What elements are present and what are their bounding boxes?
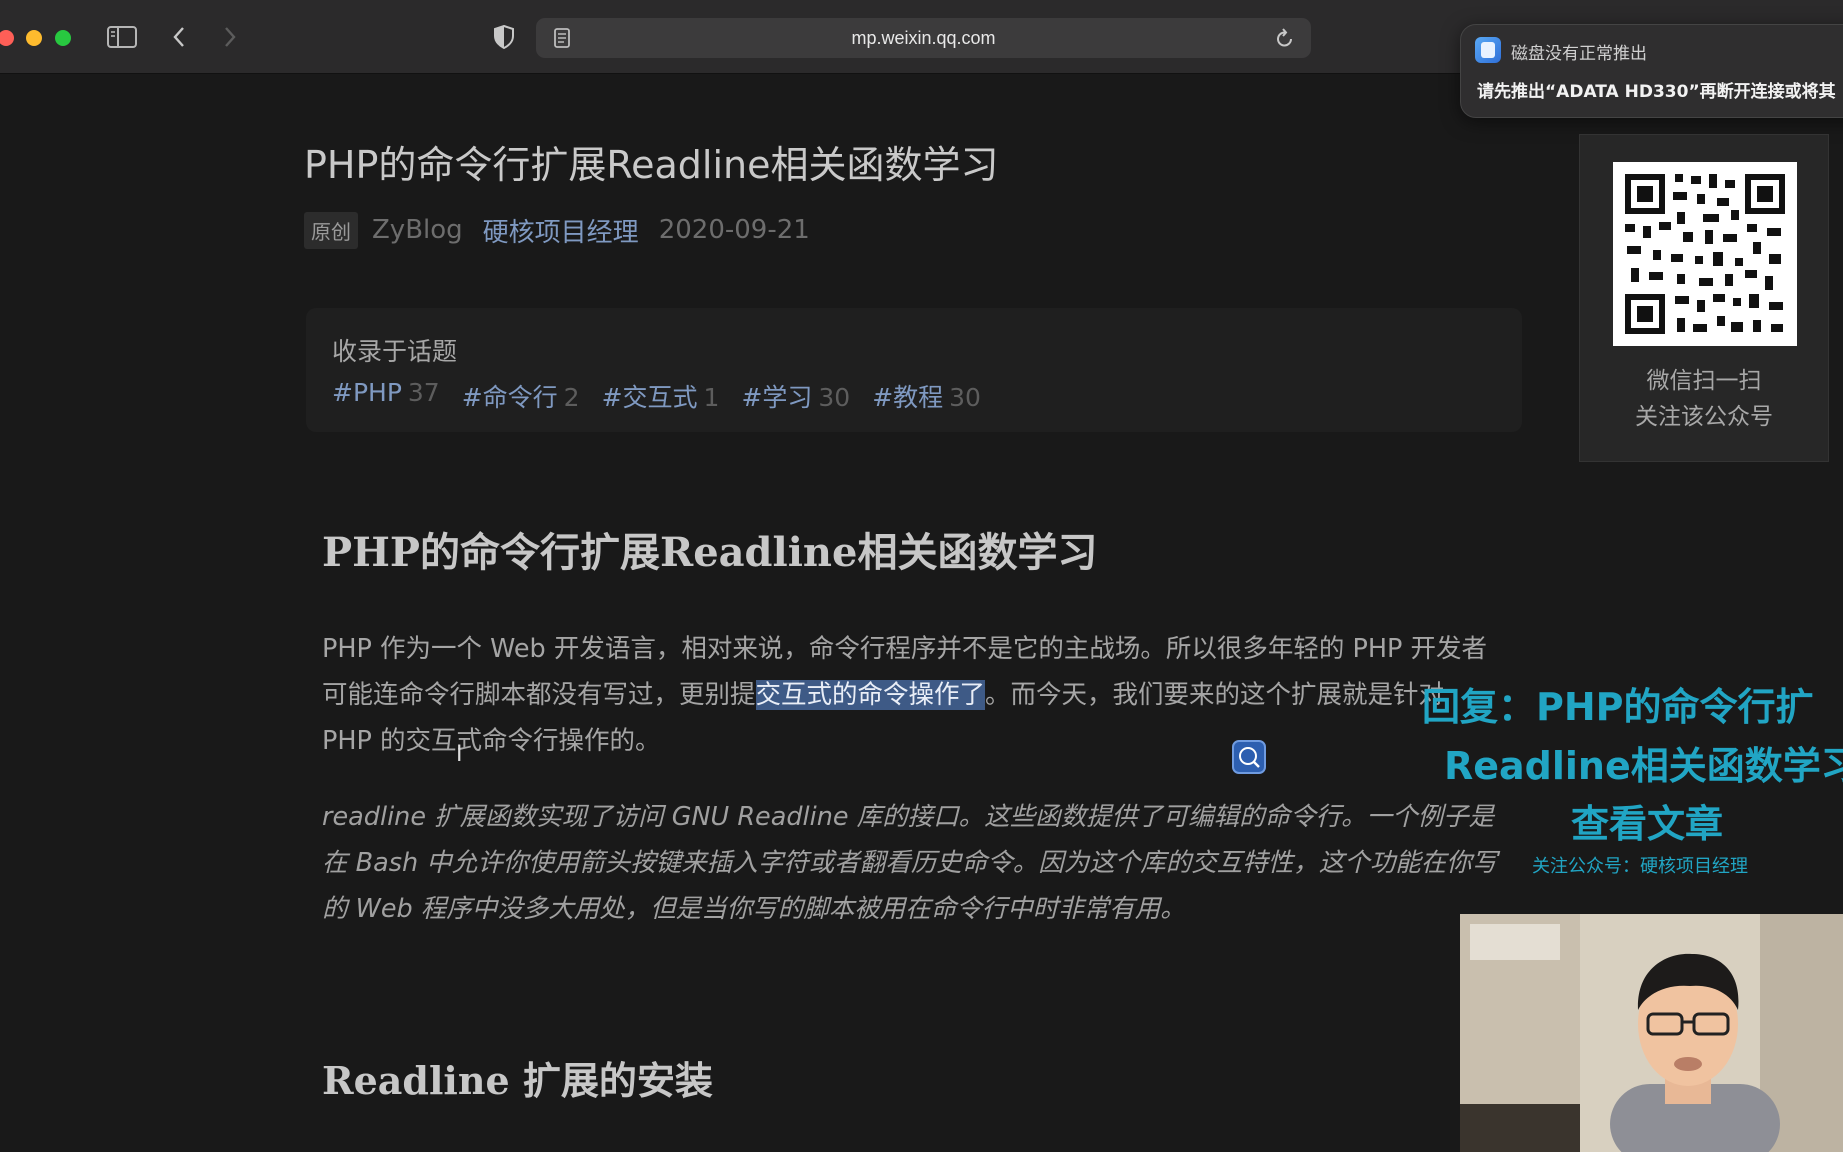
shield-icon[interactable] (487, 22, 521, 52)
address-bar[interactable]: mp.weixin.qq.com (536, 18, 1311, 58)
tag-count: 2 (563, 383, 580, 412)
notification-body: 请先推出“ADATA HD330”再断开连接或将其 (1477, 82, 1836, 102)
qr-caption-line2: 关注该公众号 (1635, 404, 1773, 430)
tag-name[interactable]: #交互式 (602, 383, 698, 412)
topic-tag-tutorial[interactable]: #教程 30 (872, 378, 981, 414)
sidebar-icon[interactable] (105, 22, 139, 52)
account-link[interactable]: 硬核项目经理 (483, 212, 639, 249)
text-cursor-icon: I (456, 742, 463, 767)
close-window-button[interactable] (0, 30, 14, 46)
topic-tag-cli[interactable]: #命令行 2 (462, 378, 580, 414)
tag-name[interactable]: #学习 (741, 383, 812, 412)
zoom-window-button[interactable] (55, 30, 71, 46)
tag-count: 37 (407, 378, 440, 407)
tag-name[interactable]: #PHP (332, 378, 402, 407)
overlay-line-3: 查看文章 (1571, 802, 1724, 846)
tag-name[interactable]: #教程 (872, 383, 943, 412)
overlay-line-1: 回复：PHP的命令行扩 (1422, 685, 1814, 729)
webcam-video (1460, 914, 1843, 1152)
install-heading: Readline 扩展的安装 (322, 1058, 713, 1103)
quote-paragraph: readline 扩展函数实现了访问 GNU Readline 库的接口。这些函… (322, 802, 1498, 924)
qr-caption-line1: 微信扫一扫 (1646, 368, 1762, 394)
selected-text[interactable]: 交互式的命令操作了 (755, 680, 986, 710)
forward-icon[interactable] (213, 22, 247, 52)
url-text[interactable]: mp.weixin.qq.com (536, 28, 1311, 49)
tag-count: 30 (818, 383, 851, 412)
minimize-window-button[interactable] (26, 30, 42, 46)
publish-date: 2020-09-21 (658, 215, 810, 245)
overlay-line-4: 关注公众号：硬核项目经理 (1532, 856, 1748, 877)
tag-name[interactable]: #命令行 (462, 383, 558, 412)
topics-label: 收录于话题 (332, 337, 458, 366)
qr-code-graphic (1625, 174, 1785, 334)
topic-tags: #PHP 37 #命令行 2 #交互式 1 #学习 30 #教程 30 (332, 378, 981, 414)
back-icon[interactable] (162, 22, 196, 52)
intro-paragraph: PHP 作为一个 Web 开发语言，相对来说，命令行程序并不是它的主战场。所以很… (322, 626, 1498, 764)
article-title: PHP的命令行扩展Readline相关函数学习 (304, 143, 999, 187)
topic-tag-interactive[interactable]: #交互式 1 (602, 378, 720, 414)
topic-tag-learning[interactable]: #学习 30 (741, 378, 850, 414)
notification-title: 磁盘没有正常推出 (1511, 44, 1647, 64)
topic-box: 收录于话题 #PHP 37 #命令行 2 #交互式 1 #学习 30 #教程 30 (306, 308, 1522, 432)
disk-eject-notification[interactable]: 磁盘没有正常推出 请先推出“ADATA HD330”再断开连接或将其 (1460, 24, 1843, 118)
original-badge: 原创 (304, 211, 358, 249)
qr-code (1613, 162, 1797, 346)
reload-icon[interactable] (1275, 27, 1295, 53)
author-name: ZyBlog (372, 215, 463, 245)
article-meta: 原创 ZyBlog 硬核项目经理 2020-09-21 (304, 211, 810, 249)
section-heading: PHP的命令行扩展Readline相关函数学习 (322, 529, 1098, 576)
tag-count: 1 (703, 383, 720, 412)
qr-card: 微信扫一扫 关注该公众号 (1579, 134, 1829, 462)
finder-icon (1475, 37, 1501, 63)
lookup-icon[interactable] (1232, 740, 1266, 774)
tag-count: 30 (949, 383, 981, 412)
presenter-image (1460, 914, 1843, 1152)
qr-caption: 微信扫一扫 关注该公众号 (1580, 363, 1828, 435)
topic-tag-php[interactable]: #PHP 37 (332, 378, 440, 414)
overlay-line-2: Readline相关函数学习 (1444, 744, 1843, 788)
